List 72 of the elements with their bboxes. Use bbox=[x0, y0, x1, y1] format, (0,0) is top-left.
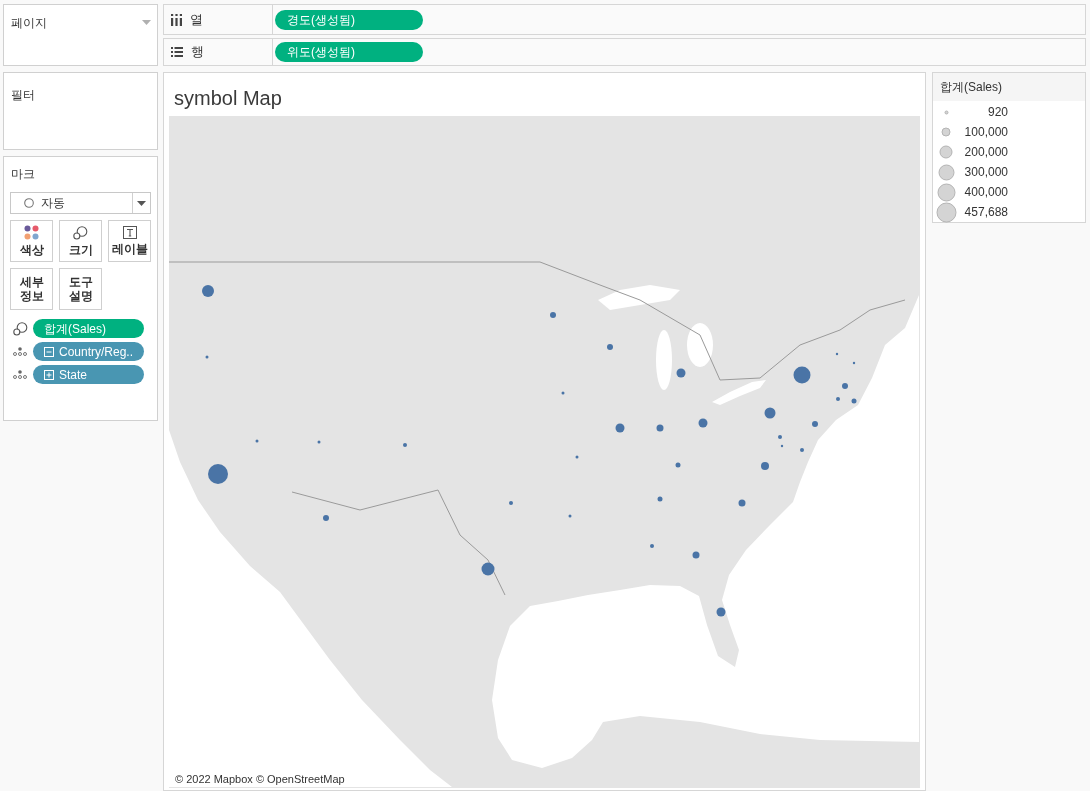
mark-type-dropdown[interactable]: 자동 bbox=[10, 192, 151, 214]
text-box-icon bbox=[122, 226, 137, 239]
legend-label: 100,000 bbox=[963, 124, 1008, 141]
circle-marker-icon bbox=[675, 462, 681, 468]
legend-title: 합계(Sales) bbox=[940, 79, 1002, 96]
size-circle-icon bbox=[943, 109, 949, 115]
circle-icon bbox=[24, 198, 34, 208]
circle-marker-icon bbox=[568, 514, 572, 518]
circle-marker-icon bbox=[778, 435, 782, 439]
circle-marker-icon bbox=[650, 544, 654, 548]
legend-label: 400,000 bbox=[963, 184, 1008, 201]
circle-marker-icon bbox=[656, 424, 664, 432]
size-circle-icon bbox=[936, 182, 956, 202]
circle-marker-icon bbox=[836, 397, 840, 401]
legend-label: 920 bbox=[986, 104, 1008, 121]
mark-property-button[interactable]: 레이블 bbox=[108, 220, 151, 262]
detail-dots-icon bbox=[13, 370, 27, 379]
size-circle-icon bbox=[937, 163, 955, 181]
circle-marker-icon bbox=[607, 344, 613, 350]
circle-marker-icon bbox=[255, 439, 259, 443]
circle-marker-icon bbox=[764, 407, 776, 419]
legend-label: 457,688 bbox=[963, 204, 1008, 221]
size-circle-icon bbox=[941, 127, 951, 137]
dropdown-caret-icon[interactable] bbox=[137, 200, 146, 206]
card-title: 페이지 bbox=[11, 15, 47, 31]
circle-marker-icon bbox=[615, 423, 625, 433]
rows-icon bbox=[171, 47, 183, 57]
circle-marker-icon bbox=[761, 462, 769, 470]
detail-dots-icon bbox=[13, 347, 27, 356]
circle-marker-icon bbox=[657, 496, 663, 502]
expand-icon[interactable] bbox=[44, 369, 54, 380]
circle-marker-icon bbox=[317, 440, 321, 444]
size-circle-icon bbox=[939, 145, 953, 159]
circle-marker-icon bbox=[780, 444, 784, 448]
mark-property-button[interactable]: 세부 정보 bbox=[10, 268, 53, 310]
circle-marker-icon bbox=[561, 391, 565, 395]
mark-property-button[interactable]: 도구 설명 bbox=[59, 268, 102, 310]
circle-marker-icon bbox=[738, 499, 746, 507]
circle-marker-icon bbox=[698, 418, 708, 428]
circle-marker-icon bbox=[403, 443, 407, 447]
legend-label: 300,000 bbox=[963, 164, 1008, 181]
shelf-label: 행 bbox=[191, 43, 204, 62]
card-title: 마크 bbox=[10, 166, 36, 182]
circle-marker-icon bbox=[205, 355, 209, 359]
circle-marker-icon bbox=[323, 515, 329, 521]
circle-marker-icon bbox=[812, 421, 818, 427]
circle-marker-icon bbox=[208, 464, 228, 484]
circle-marker-icon bbox=[509, 501, 513, 505]
circle-marker-icon bbox=[575, 455, 579, 459]
circle-marker-icon bbox=[676, 368, 686, 378]
circle-marker-icon bbox=[550, 312, 556, 318]
circle-marker-icon bbox=[852, 361, 856, 365]
size-circles-icon bbox=[73, 225, 88, 240]
legend-label: 200,000 bbox=[963, 144, 1008, 161]
circle-marker-icon bbox=[835, 352, 839, 356]
circle-marker-icon bbox=[481, 562, 495, 576]
circle-marker-icon bbox=[842, 383, 848, 389]
color-dots-icon bbox=[24, 225, 39, 240]
circle-marker-icon bbox=[793, 366, 811, 384]
collapse-icon[interactable] bbox=[44, 346, 54, 357]
mark-property-button[interactable]: 크기 bbox=[59, 220, 102, 262]
circle-marker-icon bbox=[851, 398, 857, 404]
columns-icon bbox=[171, 13, 182, 26]
circle-marker-icon bbox=[716, 607, 726, 617]
mark-property-button[interactable]: 색상 bbox=[10, 220, 53, 262]
card-title: 필터 bbox=[11, 88, 35, 102]
circle-marker-icon bbox=[800, 448, 804, 452]
circle-marker-icon bbox=[202, 285, 214, 297]
shelf-label: 열 bbox=[190, 10, 203, 29]
circle-marker-icon bbox=[692, 551, 700, 559]
size-circles-icon bbox=[12, 321, 28, 336]
view-title: symbol Map bbox=[174, 85, 282, 111]
